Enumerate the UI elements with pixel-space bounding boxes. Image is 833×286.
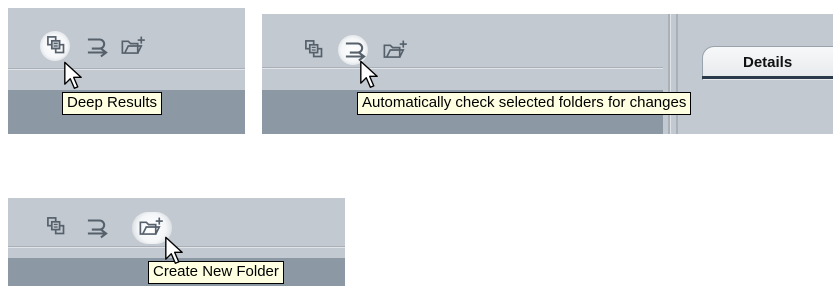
tab-details-underline: [702, 76, 833, 79]
mouse-cursor: [358, 60, 380, 90]
new-folder-icon[interactable]: [120, 33, 146, 59]
pane-divider-2: [676, 14, 678, 134]
mouse-cursor: [163, 236, 185, 266]
toolbar-panel-auto-check: Details Automatically check selected fol…: [262, 14, 833, 134]
mouse-cursor: [62, 61, 84, 91]
new-folder-icon[interactable]: [382, 37, 408, 63]
auto-check-icon[interactable]: [84, 33, 110, 59]
tooltip-deep-results: Deep Results: [62, 92, 163, 115]
pane-divider-highlight: [670, 14, 671, 134]
toolbar-panel-new-folder: Create New Folder: [8, 198, 345, 286]
deep-results-icon[interactable]: [302, 37, 328, 63]
auto-check-icon[interactable]: [84, 214, 110, 240]
toolbar-separator-highlight: [262, 68, 663, 69]
deep-results-icon[interactable]: [44, 214, 70, 240]
tooltip-auto-check: Automatically check selected folders for…: [357, 92, 692, 115]
toolbar-panel-deep-results: Deep Results: [8, 8, 245, 134]
toolbar-separator-highlight: [8, 69, 245, 70]
deep-results-icon[interactable]: [44, 33, 70, 59]
new-folder-icon[interactable]: [138, 214, 164, 240]
tab-details[interactable]: Details: [702, 46, 833, 80]
